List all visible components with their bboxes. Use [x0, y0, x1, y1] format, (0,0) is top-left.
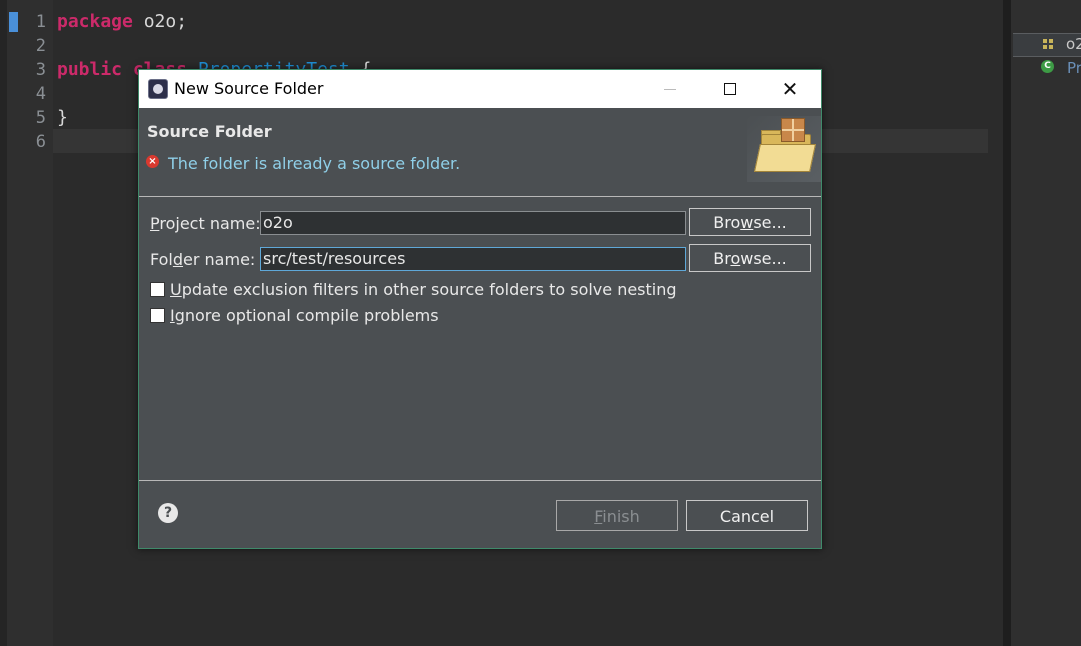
- line-number: 1: [35, 12, 46, 32]
- code-text: o2o;: [132, 11, 188, 32]
- finish-button[interactable]: Finish: [556, 500, 678, 531]
- footer-separator: [139, 480, 821, 481]
- line-numbers: 1 2 3 4 5 6: [20, 9, 46, 153]
- line-number: 4: [35, 84, 46, 104]
- banner-separator: [139, 196, 821, 197]
- caret-marker: [9, 12, 18, 32]
- update-exclusion-checkbox[interactable]: [150, 282, 165, 297]
- package-icon: [1043, 39, 1054, 50]
- ignore-compile-problems-label[interactable]: Ignore optional compile problems: [170, 306, 439, 325]
- package-box-icon: [781, 118, 805, 142]
- outline-item-label[interactable]: o2: [1066, 35, 1081, 53]
- maximize-icon: [724, 83, 736, 95]
- new-source-folder-dialog: New Source Folder ✕ Source Folder × The …: [138, 69, 822, 549]
- keyword: public: [57, 59, 123, 80]
- code-line: package o2o;: [57, 9, 371, 33]
- folder-wizard-icon: [747, 116, 821, 182]
- help-icon[interactable]: ?: [158, 503, 178, 523]
- cancel-button[interactable]: Cancel: [686, 500, 808, 531]
- editor-left-strip: [0, 0, 7, 646]
- line-number: 6: [35, 132, 46, 152]
- outline-panel: [1011, 0, 1081, 646]
- code-text: }: [57, 107, 68, 128]
- minimize-icon: [664, 89, 676, 90]
- error-icon: ×: [146, 155, 159, 168]
- folder-name-input[interactable]: [260, 247, 686, 271]
- folder-name-label: Folder name:: [150, 250, 256, 269]
- line-number: 5: [35, 108, 46, 128]
- class-icon: C: [1041, 60, 1054, 73]
- dialog-banner: Source Folder × The folder is already a …: [139, 108, 821, 196]
- keyword: package: [57, 11, 133, 32]
- line-number: 2: [35, 36, 46, 56]
- eclipse-app-icon: [148, 79, 168, 99]
- close-icon: ✕: [781, 77, 799, 101]
- maximize-button[interactable]: [707, 70, 753, 108]
- update-exclusion-label[interactable]: Update exclusion filters in other source…: [170, 280, 677, 299]
- line-number: 3: [35, 60, 46, 80]
- folder-front-shape: [754, 144, 816, 172]
- browse-folder-button[interactable]: Browse...: [689, 244, 811, 272]
- ignore-compile-problems-checkbox[interactable]: [150, 308, 165, 323]
- panel-divider[interactable]: [1003, 0, 1011, 646]
- outline-item-label[interactable]: Pr: [1067, 59, 1081, 77]
- banner-title: Source Folder: [147, 122, 272, 141]
- browse-project-button[interactable]: Browse...: [689, 208, 811, 236]
- dialog-title: New Source Folder: [174, 79, 324, 98]
- minimize-button[interactable]: [647, 70, 693, 108]
- error-message: The folder is already a source folder.: [168, 154, 461, 173]
- project-name-input[interactable]: [260, 211, 686, 235]
- project-name-label: Project name:: [150, 214, 261, 233]
- dialog-titlebar[interactable]: New Source Folder ✕: [139, 70, 821, 108]
- close-button[interactable]: ✕: [767, 70, 813, 108]
